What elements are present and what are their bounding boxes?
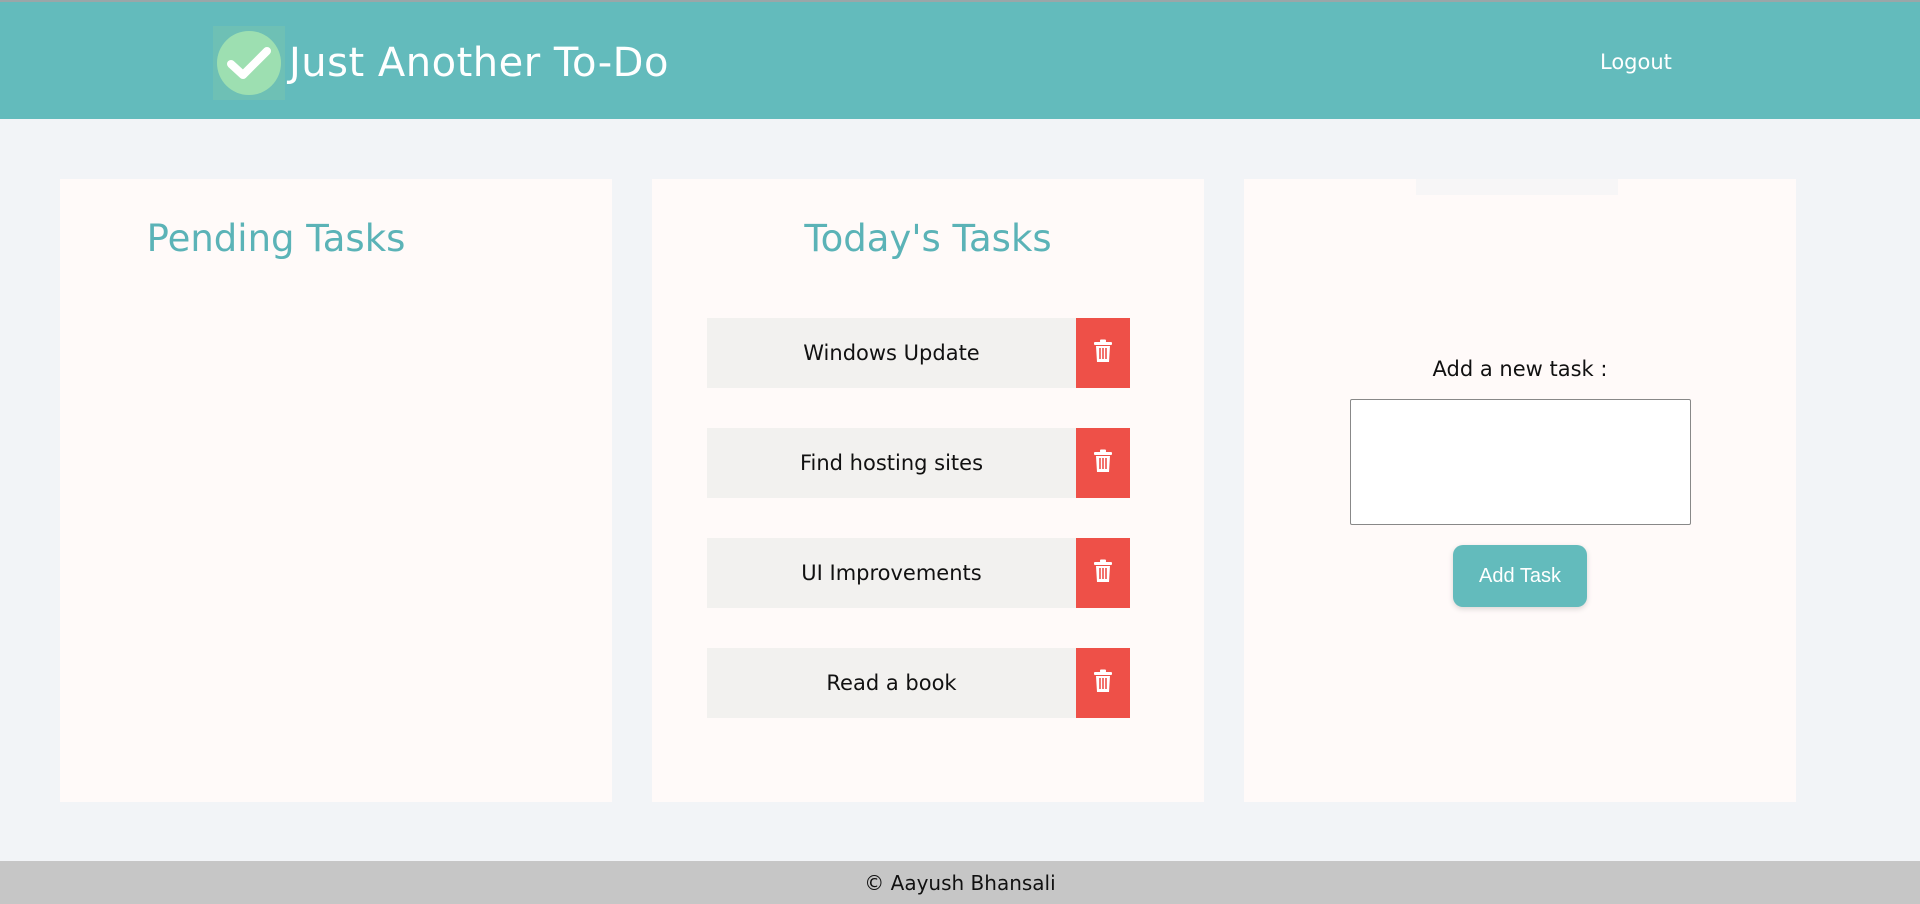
faded-overlay [1416,179,1618,195]
add-task-button[interactable]: Add Task [1453,545,1587,607]
task-label: Find hosting sites [707,428,1076,498]
task-label: Windows Update [707,318,1076,388]
trash-icon [1093,559,1113,587]
logo [213,26,285,100]
trash-icon [1093,449,1113,477]
footer: © Aayush Bhansali [0,861,1920,904]
app-header: Just Another To-Do Logout [0,0,1920,119]
trash-icon [1093,339,1113,367]
task-item: UI Improvements [707,538,1130,608]
delete-task-button[interactable] [1076,538,1130,608]
footer-copyright: © Aayush Bhansali [864,870,1056,895]
app-title: Just Another To-Do [289,40,669,86]
new-task-input[interactable] [1350,399,1691,525]
pending-tasks-card: Pending Tasks [60,179,612,802]
task-item: Read a book [707,648,1130,718]
todays-tasks-card: Today's Tasks Windows Update Find hostin… [652,179,1204,802]
logout-link[interactable]: Logout [1600,50,1672,74]
brand: Just Another To-Do [213,26,669,100]
task-label: Read a book [707,648,1076,718]
task-label: UI Improvements [707,538,1076,608]
delete-task-button[interactable] [1076,428,1130,498]
delete-task-button[interactable] [1076,648,1130,718]
add-task-card: Add a new task : Add Task [1244,179,1796,802]
trash-icon [1093,669,1113,697]
todays-tasks-title: Today's Tasks [804,217,1052,260]
pending-tasks-title: Pending Tasks [146,217,406,260]
add-task-label: Add a new task : [1432,357,1608,381]
task-item: Windows Update [707,318,1130,388]
check-icon [217,31,281,95]
delete-task-button[interactable] [1076,318,1130,388]
task-item: Find hosting sites [707,428,1130,498]
